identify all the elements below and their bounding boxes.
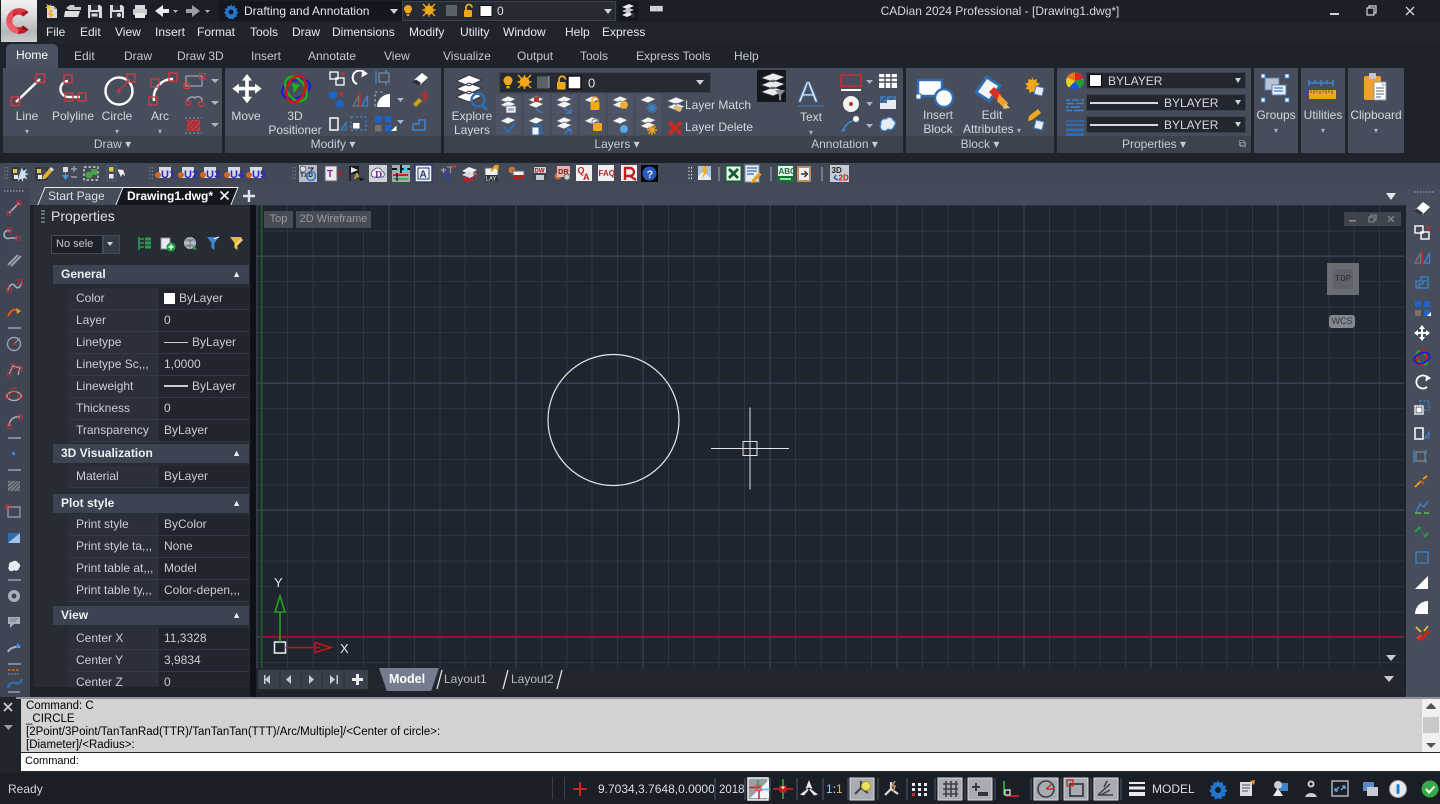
svg-text:?: ? bbox=[647, 169, 654, 181]
svg-text:U2: U2 bbox=[184, 169, 198, 181]
svg-text:U5: U5 bbox=[252, 169, 266, 181]
svg-text:X: X bbox=[340, 641, 349, 656]
svg-text:LAY: LAY bbox=[486, 177, 497, 183]
svg-text:D: D bbox=[375, 170, 382, 181]
svg-text:1:1: 1:1 bbox=[826, 782, 843, 796]
svg-text:9.7034,3.7648,0.0000: 9.7034,3.7648,0.0000 bbox=[598, 782, 715, 796]
svg-text:U4: U4 bbox=[230, 169, 245, 181]
svg-text:FAQ: FAQ bbox=[599, 169, 615, 178]
svg-text:MODEL: MODEL bbox=[1152, 782, 1195, 796]
svg-text:A: A bbox=[420, 170, 427, 181]
svg-text:T: T bbox=[327, 169, 333, 180]
svg-text:A: A bbox=[798, 76, 818, 109]
svg-text:ABC: ABC bbox=[779, 167, 797, 176]
svg-text:U1: U1 bbox=[161, 169, 175, 181]
svg-text:DW: DW bbox=[535, 169, 545, 175]
svg-text:2D: 2D bbox=[839, 174, 849, 183]
svg-text:Y: Y bbox=[274, 575, 283, 590]
svg-text:U3: U3 bbox=[206, 169, 220, 181]
svg-text:0: 0 bbox=[497, 4, 504, 18]
svg-text:1: 1 bbox=[444, 169, 451, 183]
svg-text:2018: 2018 bbox=[719, 784, 745, 796]
svg-text:A: A bbox=[354, 172, 360, 181]
svg-text:0: 0 bbox=[588, 76, 595, 91]
svg-text:A: A bbox=[583, 172, 590, 182]
